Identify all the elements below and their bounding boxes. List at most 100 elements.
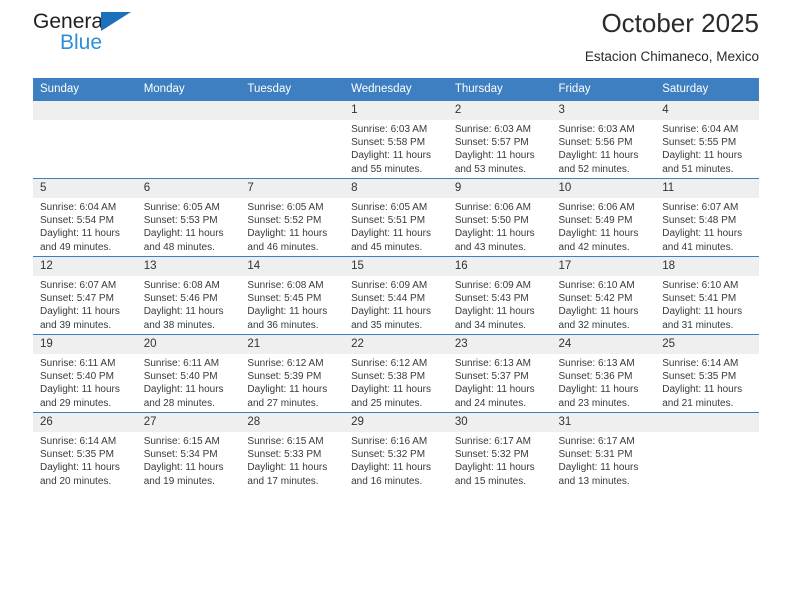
sunrise-text: Sunrise: 6:10 AM bbox=[662, 280, 739, 291]
day-cell[interactable]: 3 Sunrise: 6:03 AM Sunset: 5:56 PM Dayli… bbox=[551, 101, 656, 179]
day-cell[interactable]: 5 Sunrise: 6:04 AM Sunset: 5:54 PM Dayli… bbox=[33, 178, 137, 257]
day-details bbox=[240, 120, 344, 123]
title-block: October 2025 Estacion Chimaneco, Mexico bbox=[585, 0, 759, 67]
daylight-text-line1: Daylight: 11 hours bbox=[558, 150, 639, 162]
day-cell[interactable]: 24 Sunrise: 6:13 AM Sunset: 5:36 PM Dayl… bbox=[551, 334, 656, 413]
day-cell[interactable]: 23 Sunrise: 6:13 AM Sunset: 5:37 PM Dayl… bbox=[447, 334, 552, 413]
day-number: 5 bbox=[33, 179, 137, 198]
day-cell[interactable]: 25 Sunrise: 6:14 AM Sunset: 5:35 PM Dayl… bbox=[655, 334, 759, 413]
sunset-text: Sunset: 5:47 PM bbox=[40, 293, 114, 305]
sunset-text: Sunset: 5:38 PM bbox=[351, 371, 426, 383]
day-cell[interactable]: 1 Sunrise: 6:03 AM Sunset: 5:58 PM Dayli… bbox=[344, 101, 448, 179]
day-details: Sunrise: 6:16 AM Sunset: 5:32 PM Dayligh… bbox=[344, 432, 448, 488]
day-number: 31 bbox=[551, 413, 656, 432]
day-cell[interactable]: 12 Sunrise: 6:07 AM Sunset: 5:47 PM Dayl… bbox=[33, 256, 137, 335]
daylight-text-line2: and 49 minutes. bbox=[40, 241, 112, 253]
day-details: Sunrise: 6:03 AM Sunset: 5:57 PM Dayligh… bbox=[448, 120, 552, 176]
daylight-text-line2: and 28 minutes. bbox=[143, 397, 215, 409]
day-details bbox=[655, 432, 759, 435]
day-cell[interactable] bbox=[240, 101, 345, 179]
day-cell[interactable]: 11 Sunrise: 6:07 AM Sunset: 5:48 PM Dayl… bbox=[655, 178, 759, 257]
sunset-text: Sunset: 5:53 PM bbox=[143, 215, 218, 227]
daylight-text-line2: and 19 minutes. bbox=[143, 475, 215, 487]
daylight-text-line2: and 34 minutes. bbox=[454, 319, 526, 331]
sunset-text: Sunset: 5:49 PM bbox=[558, 215, 633, 227]
day-cell[interactable]: 26 Sunrise: 6:14 AM Sunset: 5:35 PM Dayl… bbox=[33, 412, 137, 490]
day-cell[interactable] bbox=[655, 412, 759, 490]
day-cell[interactable]: 7 Sunrise: 6:05 AM Sunset: 5:52 PM Dayli… bbox=[240, 178, 345, 257]
day-cell[interactable]: 16 Sunrise: 6:09 AM Sunset: 5:43 PM Dayl… bbox=[447, 256, 552, 335]
sunrise-text: Sunrise: 6:15 AM bbox=[143, 436, 220, 447]
day-cell[interactable]: 4 Sunrise: 6:04 AM Sunset: 5:55 PM Dayli… bbox=[655, 101, 759, 179]
day-cell[interactable]: 27 Sunrise: 6:15 AM Sunset: 5:34 PM Dayl… bbox=[136, 412, 241, 490]
day-number: 17 bbox=[551, 257, 656, 276]
day-cell[interactable]: 13 Sunrise: 6:08 AM Sunset: 5:46 PM Dayl… bbox=[136, 256, 241, 335]
page-subtitle: Estacion Chimaneco, Mexico bbox=[584, 49, 759, 64]
daylight-text-line1: Daylight: 11 hours bbox=[662, 228, 743, 240]
day-details: Sunrise: 6:09 AM Sunset: 5:44 PM Dayligh… bbox=[344, 276, 448, 332]
day-cell[interactable]: 14 Sunrise: 6:08 AM Sunset: 5:45 PM Dayl… bbox=[240, 256, 345, 335]
day-cell[interactable] bbox=[33, 101, 137, 179]
day-number: 9 bbox=[447, 179, 552, 198]
day-cell[interactable]: 8 Sunrise: 6:05 AM Sunset: 5:51 PM Dayli… bbox=[344, 178, 448, 257]
day-cell[interactable]: 18 Sunrise: 6:10 AM Sunset: 5:41 PM Dayl… bbox=[655, 256, 759, 335]
logo-triangle-icon bbox=[101, 12, 131, 31]
day-number: 23 bbox=[447, 335, 552, 354]
day-details: Sunrise: 6:08 AM Sunset: 5:46 PM Dayligh… bbox=[137, 276, 241, 332]
general-blue-logo[interactable]: General Blue bbox=[33, 11, 143, 54]
sunrise-text: Sunrise: 6:16 AM bbox=[351, 436, 428, 447]
day-cell[interactable]: 30 Sunrise: 6:17 AM Sunset: 5:32 PM Dayl… bbox=[447, 412, 552, 490]
sunrise-text: Sunrise: 6:07 AM bbox=[40, 280, 117, 291]
day-cell[interactable] bbox=[136, 101, 241, 179]
day-cell[interactable]: 15 Sunrise: 6:09 AM Sunset: 5:44 PM Dayl… bbox=[344, 256, 448, 335]
day-cell[interactable]: 9 Sunrise: 6:06 AM Sunset: 5:50 PM Dayli… bbox=[447, 178, 552, 257]
day-details: Sunrise: 6:05 AM Sunset: 5:53 PM Dayligh… bbox=[137, 198, 241, 254]
logo-text-blue: Blue bbox=[60, 31, 103, 54]
day-number: 8 bbox=[344, 179, 448, 198]
day-number: 4 bbox=[655, 101, 759, 120]
day-cell[interactable]: 21 Sunrise: 6:12 AM Sunset: 5:39 PM Dayl… bbox=[240, 334, 345, 413]
day-cell[interactable]: 29 Sunrise: 6:16 AM Sunset: 5:32 PM Dayl… bbox=[344, 412, 448, 490]
day-number: 11 bbox=[655, 179, 759, 198]
day-cell[interactable]: 10 Sunrise: 6:06 AM Sunset: 5:49 PM Dayl… bbox=[551, 178, 656, 257]
daylight-text-line2: and 16 minutes. bbox=[351, 475, 423, 487]
day-cell[interactable]: 19 Sunrise: 6:11 AM Sunset: 5:40 PM Dayl… bbox=[33, 334, 137, 413]
day-details: Sunrise: 6:17 AM Sunset: 5:32 PM Dayligh… bbox=[448, 432, 552, 488]
day-details: Sunrise: 6:14 AM Sunset: 5:35 PM Dayligh… bbox=[33, 432, 137, 488]
day-number: 28 bbox=[240, 413, 345, 432]
sunrise-text: Sunrise: 6:14 AM bbox=[662, 358, 739, 369]
sunset-text: Sunset: 5:32 PM bbox=[351, 449, 426, 461]
day-cell[interactable]: 6 Sunrise: 6:05 AM Sunset: 5:53 PM Dayli… bbox=[136, 178, 241, 257]
day-cell[interactable]: 2 Sunrise: 6:03 AM Sunset: 5:57 PM Dayli… bbox=[447, 101, 552, 179]
day-number: 2 bbox=[447, 101, 552, 120]
day-details: Sunrise: 6:11 AM Sunset: 5:40 PM Dayligh… bbox=[137, 354, 241, 410]
daylight-text-line1: Daylight: 11 hours bbox=[143, 306, 224, 318]
daylight-text-line2: and 35 minutes. bbox=[351, 319, 423, 331]
sunset-text: Sunset: 5:32 PM bbox=[454, 449, 529, 461]
daylight-text-line1: Daylight: 11 hours bbox=[40, 306, 120, 318]
day-number: 3 bbox=[551, 101, 656, 120]
day-cell[interactable]: 17 Sunrise: 6:10 AM Sunset: 5:42 PM Dayl… bbox=[551, 256, 656, 335]
day-details: Sunrise: 6:06 AM Sunset: 5:50 PM Dayligh… bbox=[448, 198, 552, 254]
sunrise-text: Sunrise: 6:03 AM bbox=[558, 124, 635, 135]
day-number bbox=[655, 413, 759, 432]
daylight-text-line1: Daylight: 11 hours bbox=[558, 462, 639, 474]
day-details bbox=[137, 120, 241, 123]
day-cell[interactable]: 28 Sunrise: 6:15 AM Sunset: 5:33 PM Dayl… bbox=[240, 412, 345, 490]
daylight-text-line1: Daylight: 11 hours bbox=[351, 306, 431, 318]
day-cell[interactable]: 31 Sunrise: 6:17 AM Sunset: 5:31 PM Dayl… bbox=[551, 412, 656, 490]
day-number: 1 bbox=[344, 101, 448, 120]
sunset-text: Sunset: 5:40 PM bbox=[40, 371, 114, 383]
daylight-text-line1: Daylight: 11 hours bbox=[247, 462, 328, 474]
weekday-header-sunday: Sunday bbox=[33, 78, 137, 101]
day-cell[interactable]: 20 Sunrise: 6:11 AM Sunset: 5:40 PM Dayl… bbox=[136, 334, 241, 413]
sunset-text: Sunset: 5:50 PM bbox=[454, 215, 529, 227]
sunset-text: Sunset: 5:58 PM bbox=[351, 137, 426, 149]
sunrise-text: Sunrise: 6:06 AM bbox=[454, 202, 531, 213]
sunset-text: Sunset: 5:43 PM bbox=[454, 293, 529, 305]
day-cell[interactable]: 22 Sunrise: 6:12 AM Sunset: 5:38 PM Dayl… bbox=[344, 334, 448, 413]
day-number: 16 bbox=[447, 257, 552, 276]
day-number: 6 bbox=[136, 179, 241, 198]
day-number bbox=[136, 101, 241, 120]
sunrise-text: Sunrise: 6:08 AM bbox=[247, 280, 324, 291]
